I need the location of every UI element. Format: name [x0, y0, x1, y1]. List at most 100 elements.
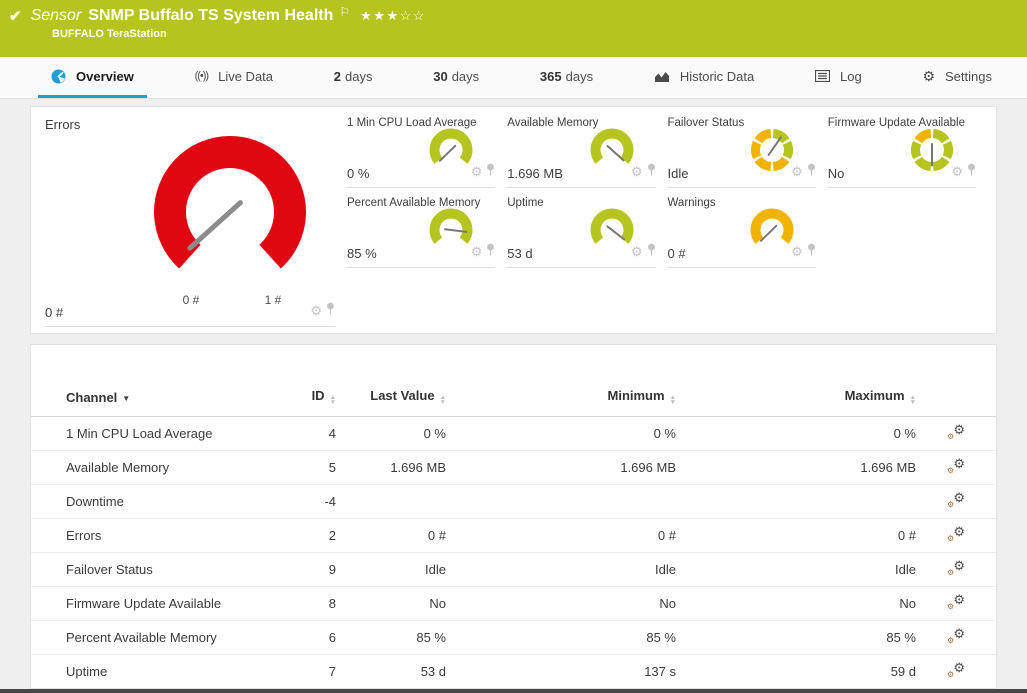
gauge-settings-gear-icon[interactable]: ⚙ [310, 306, 322, 316]
cell-last-value [336, 485, 446, 519]
settings-gear-icon: ⚙ [922, 68, 935, 85]
cell-id: 9 [281, 553, 336, 587]
gauge-value: Idle [668, 166, 689, 181]
channel-table: Channel▼ ID▲▼ Last Value▲▼ Minimum▲▼ Max… [31, 379, 996, 689]
gauge-value: 0 # [668, 246, 686, 261]
gauge-pin-icon[interactable] [647, 163, 656, 181]
tab-label: days [566, 69, 593, 84]
cell-channel[interactable]: Available Memory [31, 451, 281, 485]
gauge-value: 0 # [45, 305, 63, 320]
errors-gauge: 0 #1 # [115, 117, 345, 317]
gauge-tile: Available Memory 1.696 MB ⚙ [507, 117, 661, 188]
cell-channel[interactable]: Uptime [31, 655, 281, 689]
log-icon [815, 70, 830, 82]
table-row: Failover Status 9 Idle Idle Idle ⚙⚙ [31, 553, 996, 587]
channel-settings-icon[interactable]: ⚙⚙ [947, 526, 965, 542]
gauge-pin-icon[interactable] [647, 243, 656, 261]
historic-data-icon [654, 70, 670, 83]
column-header-minimum[interactable]: Minimum▲▼ [446, 379, 676, 417]
tab-live-data[interactable]: ((•)) Live Data [182, 57, 286, 98]
column-header-maximum[interactable]: Maximum▲▼ [676, 379, 916, 417]
channel-table-body: 1 Min CPU Load Average 4 0 % 0 % 0 % ⚙⚙ … [31, 417, 996, 690]
table-row: Errors 2 0 # 0 # 0 # ⚙⚙ [31, 519, 996, 553]
channel-settings-icon[interactable]: ⚙⚙ [947, 594, 965, 610]
gauge-settings-gear-icon[interactable]: ⚙ [791, 167, 803, 177]
gauge-tile: Warnings 0 # ⚙ [668, 197, 822, 268]
cell-minimum: 1.696 MB [446, 451, 676, 485]
cell-last-value: No [336, 587, 446, 621]
tab-label: days [345, 69, 372, 84]
gauge-title: Warnings [668, 197, 822, 209]
cell-minimum: 137 s [446, 655, 676, 689]
gauge-settings-gear-icon[interactable]: ⚙ [791, 247, 803, 257]
cell-maximum: 59 d [676, 655, 916, 689]
priority-flag-icon[interactable]: ⚐ [339, 5, 350, 19]
gauge-value: 0 % [347, 166, 369, 181]
channel-settings-icon[interactable]: ⚙⚙ [947, 560, 965, 576]
column-header-last-value[interactable]: Last Value▲▼ [336, 379, 446, 417]
tab-settings[interactable]: ⚙ Settings [909, 57, 1005, 98]
gauge-settings-gear-icon[interactable]: ⚙ [951, 167, 963, 177]
table-row: Firmware Update Available 8 No No No ⚙⚙ [31, 587, 996, 621]
cell-channel[interactable]: Downtime [31, 485, 281, 519]
gauge-tile: Firmware Update Available No ⚙ [828, 117, 982, 188]
cell-id: 5 [281, 451, 336, 485]
cell-maximum [676, 485, 916, 519]
channel-settings-icon[interactable]: ⚙⚙ [947, 424, 965, 440]
gauge-settings-gear-icon[interactable]: ⚙ [631, 247, 643, 257]
gauge-pin-icon[interactable] [486, 163, 495, 181]
cell-minimum: 0 % [446, 417, 676, 451]
tab-bar: Overview ((•)) Live Data 2days 30days 36… [0, 57, 1027, 99]
gauge-pin-icon[interactable] [967, 163, 976, 181]
channel-settings-icon[interactable]: ⚙⚙ [947, 628, 965, 644]
gauge-pin-icon[interactable] [326, 302, 335, 320]
tab-label: Settings [945, 69, 992, 84]
cell-channel[interactable]: Percent Available Memory [31, 621, 281, 655]
gauge-tile: 1 Min CPU Load Average 0 % ⚙ [347, 117, 501, 188]
cell-channel[interactable]: Firmware Update Available [31, 587, 281, 621]
tab-historic-data[interactable]: Historic Data [641, 57, 767, 98]
star-rating[interactable]: ★★★☆☆ [360, 8, 426, 24]
channel-settings-icon[interactable]: ⚙⚙ [947, 662, 965, 678]
gauge-tile: Percent Available Memory 85 % ⚙ [347, 197, 501, 268]
gauge-settings-gear-icon[interactable]: ⚙ [631, 167, 643, 177]
gauge-title: Percent Available Memory [347, 197, 501, 209]
cell-channel[interactable]: 1 Min CPU Load Average [31, 417, 281, 451]
tab-overview[interactable]: Overview [38, 57, 147, 98]
cell-id: 2 [281, 519, 336, 553]
cell-last-value: 0 # [336, 519, 446, 553]
channel-table-panel: Channel▼ ID▲▼ Last Value▲▼ Minimum▲▼ Max… [30, 344, 997, 689]
cell-maximum: 0 % [676, 417, 916, 451]
gauge-pin-icon[interactable] [807, 243, 816, 261]
cell-channel[interactable]: Errors [31, 519, 281, 553]
gauge-pin-icon[interactable] [486, 243, 495, 261]
gauge-tile: Failover Status Idle ⚙ [668, 117, 822, 188]
cell-maximum: No [676, 587, 916, 621]
column-header-actions [916, 379, 996, 417]
cell-id: 7 [281, 655, 336, 689]
cell-channel[interactable]: Failover Status [31, 553, 281, 587]
page-bottom-bar [0, 689, 1027, 693]
sensor-header: ✔ Sensor SNMP Buffalo TS System Health ⚐… [0, 0, 1027, 57]
cell-last-value: 53 d [336, 655, 446, 689]
cell-minimum: 0 # [446, 519, 676, 553]
sort-icon: ▲▼ [440, 395, 446, 405]
gauge-title: 1 Min CPU Load Average [347, 117, 501, 129]
gauge-pin-icon[interactable] [807, 163, 816, 181]
tab-365-days[interactable]: 365days [527, 57, 606, 98]
gauge-settings-gear-icon[interactable]: ⚙ [471, 167, 483, 177]
parent-device-link[interactable]: BUFFALO TeraStation [52, 28, 1017, 40]
table-row: Downtime -4 ⚙⚙ [31, 485, 996, 519]
tab-30-days[interactable]: 30days [420, 57, 492, 98]
gauge-settings-gear-icon[interactable]: ⚙ [471, 247, 483, 257]
tab-label: Log [840, 69, 862, 84]
tab-2-days[interactable]: 2days [321, 57, 386, 98]
channel-settings-icon[interactable]: ⚙⚙ [947, 458, 965, 474]
column-header-channel[interactable]: Channel▼ [31, 379, 281, 417]
column-header-id[interactable]: ID▲▼ [281, 379, 336, 417]
tab-label: Overview [76, 69, 134, 84]
channel-settings-icon[interactable]: ⚙⚙ [947, 492, 965, 508]
tab-log[interactable]: Log [802, 57, 875, 98]
cell-maximum: Idle [676, 553, 916, 587]
status-ok-check-icon: ✔ [9, 7, 22, 25]
